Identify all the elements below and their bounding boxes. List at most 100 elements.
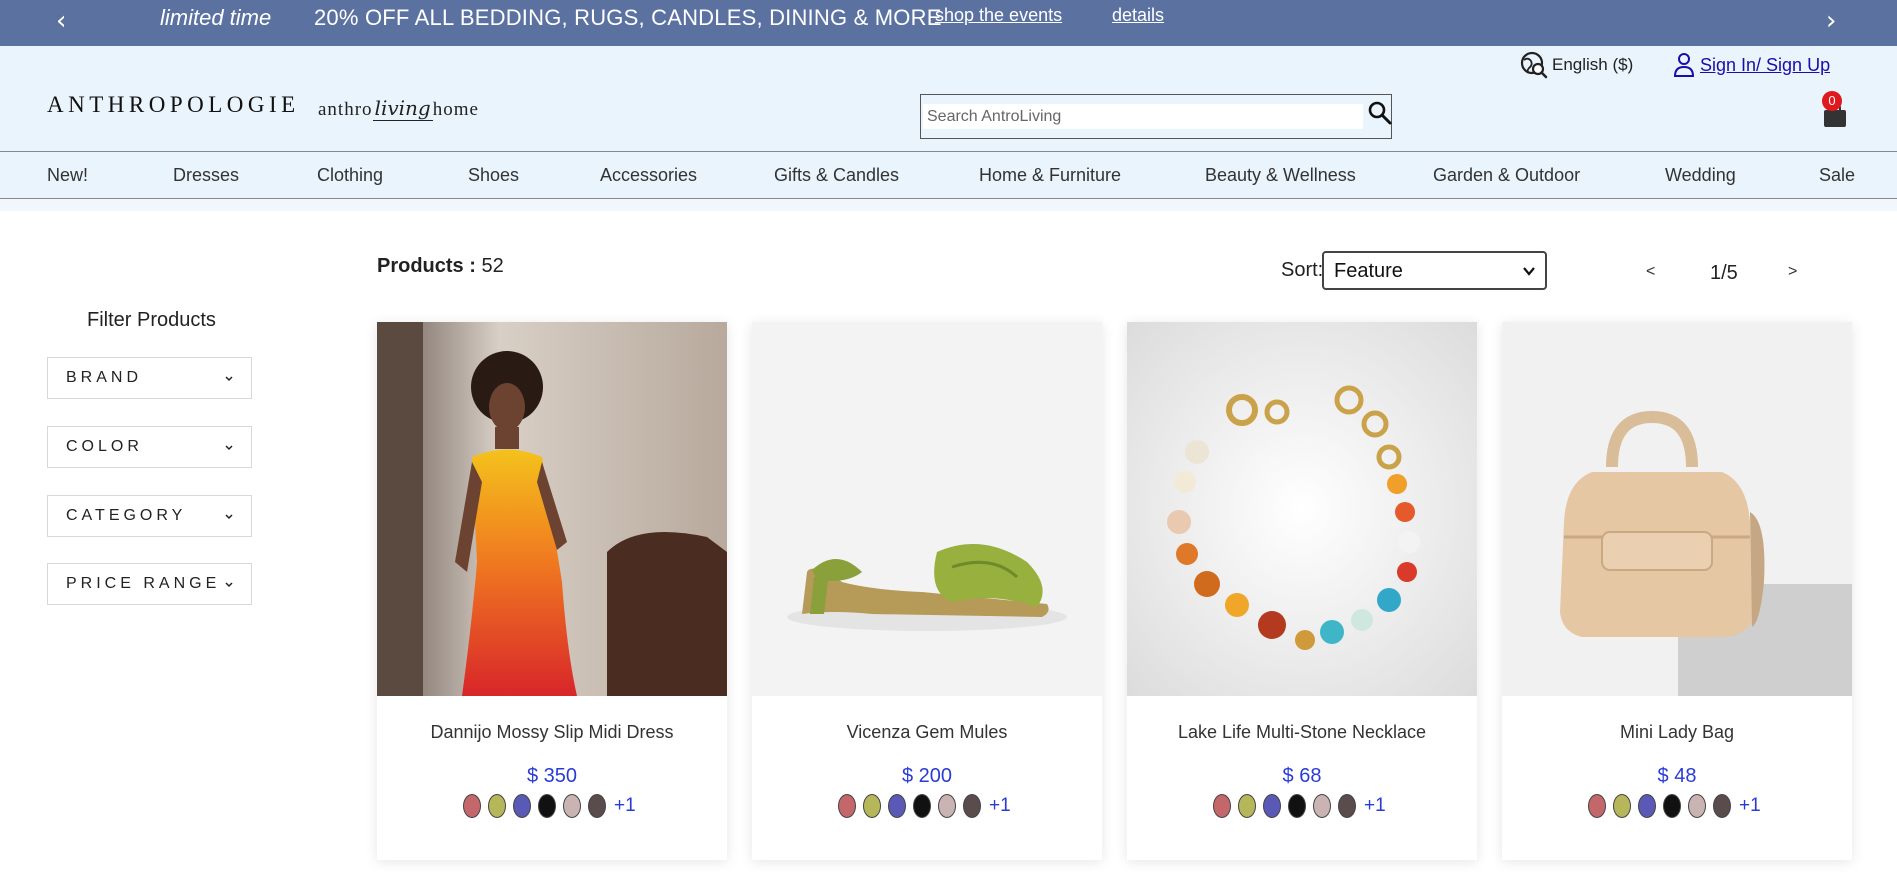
product-card[interactable]: Mini Lady Bag $ 48 +1 — [1502, 322, 1852, 860]
color-swatch[interactable] — [1338, 794, 1356, 818]
more-colors[interactable]: +1 — [614, 795, 636, 817]
color-swatch[interactable] — [1288, 794, 1306, 818]
more-colors[interactable]: +1 — [989, 795, 1011, 817]
cart-button[interactable]: 0 — [1820, 91, 1852, 130]
details-link[interactable]: details — [1112, 5, 1164, 26]
nav-item-beauty-wellness[interactable]: Beauty & Wellness — [1205, 165, 1356, 186]
color-swatch[interactable] — [513, 794, 531, 818]
product-name[interactable]: Lake Life Multi-Stone Necklace — [1127, 722, 1477, 743]
nav-item-sale[interactable]: Sale — [1819, 165, 1855, 186]
color-swatch[interactable] — [963, 794, 981, 818]
color-swatch[interactable] — [863, 794, 881, 818]
product-image-bag[interactable] — [1502, 322, 1852, 696]
chevron-down-icon — [225, 445, 233, 451]
language-label: English ($) — [1552, 55, 1634, 74]
anthropologie-logo[interactable]: ANTHROPOLOGIE — [47, 92, 300, 118]
products-count: Products : 52 — [377, 255, 504, 278]
nav-item-dresses[interactable]: Dresses — [173, 165, 239, 186]
color-swatch[interactable] — [1263, 794, 1281, 818]
filter-label: COLOR — [66, 438, 143, 455]
sort-value: Feature — [1334, 260, 1403, 282]
product-price: $ 48 — [1657, 765, 1697, 787]
color-swatch[interactable] — [463, 794, 481, 818]
color-swatches: +1 — [1588, 794, 1761, 818]
color-swatch[interactable] — [1713, 794, 1731, 818]
nav-item-garden-outdoor[interactable]: Garden & Outdoor — [1433, 165, 1580, 186]
search-icon[interactable] — [1367, 100, 1393, 126]
chevron-right-icon[interactable]: › — [1826, 6, 1836, 36]
color-swatch[interactable] — [1663, 794, 1681, 818]
color-swatch[interactable] — [1688, 794, 1706, 818]
chevron-left-icon[interactable]: ‹ — [56, 6, 66, 36]
shop-events-link[interactable]: shop the events — [935, 5, 1062, 26]
color-swatch[interactable] — [938, 794, 956, 818]
filter-price-range-button[interactable]: PRICE RANGE — [47, 563, 252, 605]
product-image-dress[interactable] — [377, 322, 727, 696]
nav-item-accessories[interactable]: Accessories — [600, 165, 697, 186]
color-swatch[interactable] — [838, 794, 856, 818]
dress-photo — [377, 322, 727, 696]
product-card[interactable]: Dannijo Mossy Slip Midi Dress $ 350 +1 — [377, 322, 727, 860]
pager-page: 1/5 — [1710, 262, 1738, 284]
filter-color-button[interactable]: COLOR — [47, 426, 252, 468]
color-swatch[interactable] — [1213, 794, 1231, 818]
color-swatch[interactable] — [588, 794, 606, 818]
color-swatch[interactable] — [563, 794, 581, 818]
color-swatch[interactable] — [1613, 794, 1631, 818]
nav-item-wedding[interactable]: Wedding — [1665, 165, 1736, 186]
chevron-down-icon — [225, 514, 233, 520]
color-swatch[interactable] — [1313, 794, 1331, 818]
products-label: Products : — [377, 255, 476, 277]
promo-message: 20% OFF ALL BEDDING, RUGS, CANDLES, DINI… — [314, 5, 942, 30]
color-swatch[interactable] — [1238, 794, 1256, 818]
pager-next-button[interactable]: > — [1788, 263, 1797, 281]
color-swatch[interactable] — [1588, 794, 1606, 818]
color-swatches: +1 — [838, 794, 1011, 818]
mules-photo — [752, 322, 1102, 696]
color-swatch[interactable] — [538, 794, 556, 818]
pager-prev-button[interactable]: < — [1646, 263, 1655, 281]
logo-sub-right: home — [432, 99, 479, 120]
filter-label: PRICE RANGE — [66, 575, 221, 592]
product-image-mules[interactable] — [752, 322, 1102, 696]
product-card[interactable]: Lake Life Multi-Stone Necklace $ 68 +1 — [1127, 322, 1477, 860]
filter-brand-button[interactable]: BRAND — [47, 357, 252, 399]
chevron-down-icon — [225, 582, 233, 588]
site-header: ANTHROPOLOGIE anthrolivinghome English (… — [0, 46, 1897, 151]
sort-label: Sort: — [1281, 259, 1324, 281]
more-colors[interactable]: +1 — [1739, 795, 1761, 817]
filter-label: CATEGORY — [66, 507, 187, 524]
color-swatch[interactable] — [488, 794, 506, 818]
promo-banner: ‹ limited time 20% OFF ALL BEDDING, RUGS… — [0, 0, 1897, 46]
sign-in[interactable]: Sign In/ Sign Up — [1672, 50, 1830, 80]
product-name[interactable]: Vicenza Gem Mules — [752, 722, 1102, 743]
color-swatches: +1 — [463, 794, 636, 818]
globe-icon — [1520, 51, 1548, 79]
color-swatch[interactable] — [1638, 794, 1656, 818]
necklace-photo — [1127, 322, 1477, 696]
anthroliving-logo[interactable]: anthro living home — [318, 96, 479, 121]
promo-tag: limited time — [160, 5, 272, 30]
cart-count-badge: 0 — [1822, 91, 1842, 111]
main-nav: New! Dresses Clothing Shoes Accessories … — [0, 151, 1897, 199]
color-swatch[interactable] — [888, 794, 906, 818]
search-box — [920, 94, 1392, 139]
nav-item-gifts-candles[interactable]: Gifts & Candles — [774, 165, 899, 186]
product-card[interactable]: Vicenza Gem Mules $ 200 +1 — [752, 322, 1102, 860]
sign-in-link[interactable]: Sign In/ Sign Up — [1700, 55, 1830, 76]
product-name[interactable]: Dannijo Mossy Slip Midi Dress — [377, 722, 727, 743]
color-swatches: +1 — [1213, 794, 1386, 818]
product-image-necklace[interactable] — [1127, 322, 1477, 696]
nav-item-new[interactable]: New! — [47, 165, 88, 186]
nav-item-home-furniture[interactable]: Home & Furniture — [979, 165, 1121, 186]
color-swatch[interactable] — [913, 794, 931, 818]
search-input[interactable] — [923, 104, 1363, 129]
more-colors[interactable]: +1 — [1364, 795, 1386, 817]
nav-item-clothing[interactable]: Clothing — [317, 165, 383, 186]
product-name[interactable]: Mini Lady Bag — [1502, 722, 1852, 743]
language-selector[interactable]: English ($) — [1520, 50, 1633, 80]
product-price: $ 68 — [1282, 765, 1322, 787]
nav-item-shoes[interactable]: Shoes — [468, 165, 519, 186]
filter-category-button[interactable]: CATEGORY — [47, 495, 252, 537]
sort-select[interactable]: Feature — [1322, 251, 1547, 290]
